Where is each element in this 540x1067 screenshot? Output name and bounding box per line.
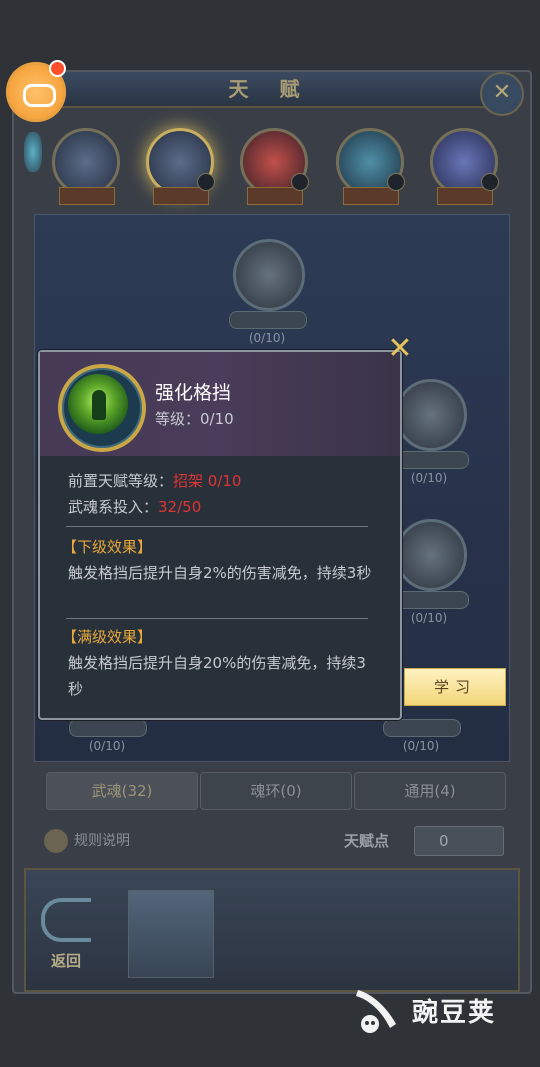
invest-value: 32/50 xyxy=(158,498,202,516)
category-icon-1[interactable] xyxy=(52,128,120,205)
talent-node-tag xyxy=(391,451,469,469)
learn-button[interactable]: 学习 xyxy=(404,668,506,706)
tab-martial-soul[interactable]: 武魂(32) xyxy=(46,772,198,810)
watermark: 豌豆荚 xyxy=(350,980,530,1040)
category-count xyxy=(481,173,499,191)
category-tag xyxy=(59,187,115,205)
wandoujia-logo-icon xyxy=(356,990,396,1033)
prerequisite-line: 前置天赋等级：招架 0/10 xyxy=(68,470,241,491)
talent-node-count: (0/10) xyxy=(410,611,448,625)
talent-node-count: (0/10) xyxy=(88,739,126,753)
max-level-title: 【满级效果】 xyxy=(62,628,153,646)
warrior-figure-icon xyxy=(92,390,106,420)
talent-node-tag xyxy=(229,311,307,329)
level-label: 等级： xyxy=(155,410,201,428)
hero-avatar[interactable] xyxy=(128,890,214,978)
next-level-text: 触发格挡后提升自身2%的伤害减免，持续3秒 xyxy=(68,564,372,582)
game-center-icon[interactable] xyxy=(6,60,66,122)
skill-name: 强化格挡 xyxy=(155,382,232,404)
category-count xyxy=(197,173,215,191)
investment-line: 武魂系投入：32/50 xyxy=(68,496,201,517)
close-icon[interactable]: ✕ xyxy=(384,334,416,366)
talent-category-row xyxy=(40,118,510,206)
rules-label: 规则说明 xyxy=(74,833,130,849)
prereq-label: 前置天赋等级： xyxy=(68,472,174,490)
talent-node-tag xyxy=(391,591,469,609)
question-icon xyxy=(44,829,68,853)
back-button[interactable]: 返回 xyxy=(36,898,96,974)
skill-icon-glow xyxy=(68,374,128,434)
bottom-bar xyxy=(24,868,520,992)
shield-skill-icon xyxy=(58,364,146,452)
category-count xyxy=(291,173,309,191)
talent-node-count: (0/10) xyxy=(248,331,286,345)
talent-node-tag xyxy=(383,719,461,737)
category-icon-2[interactable] xyxy=(146,128,215,205)
talent-node-count: (0/10) xyxy=(410,471,448,485)
talent-points-value: 0 xyxy=(414,826,504,856)
rules-link[interactable]: 规则说明 xyxy=(44,826,130,856)
panel-title: 天 赋 xyxy=(30,72,510,108)
popup-header: 强化格挡 等级：0/10 xyxy=(40,352,400,456)
gamepad-icon xyxy=(23,84,56,107)
category-icon-3[interactable] xyxy=(240,128,309,205)
level-value: 0/10 xyxy=(200,410,234,428)
talent-points-label: 天赋点 xyxy=(344,832,390,850)
tab-general[interactable]: 通用(4) xyxy=(354,772,506,810)
category-icon-5[interactable] xyxy=(430,128,499,205)
watermark-text: 豌豆荚 xyxy=(412,998,497,1028)
next-level-title: 【下级效果】 xyxy=(62,538,153,556)
talent-node[interactable] xyxy=(395,379,467,451)
invest-label: 武魂系投入： xyxy=(68,498,159,516)
notification-dot xyxy=(49,60,66,77)
back-label: 返回 xyxy=(50,952,81,970)
back-arrow-icon xyxy=(41,898,91,942)
divider xyxy=(66,618,368,619)
talent-tooltip-popup: 强化格挡 等级：0/10 前置天赋等级：招架 0/10 武魂系投入：32/50 … xyxy=(38,350,402,720)
talent-node[interactable] xyxy=(233,239,305,311)
category-count xyxy=(387,173,405,191)
max-level-text: 触发格挡后提升自身20%的伤害减免，持续3秒 xyxy=(68,654,366,698)
talent-node-tag xyxy=(69,719,147,737)
category-icon-4[interactable] xyxy=(336,128,405,205)
talent-node[interactable] xyxy=(395,519,467,591)
talent-node-count: (0/10) xyxy=(402,739,440,753)
tab-soul-ring[interactable]: 魂环(0) xyxy=(200,772,352,810)
panel-close-button[interactable]: ✕ xyxy=(480,72,524,116)
talent-tabs: 武魂(32) 魂环(0) 通用(4) xyxy=(46,772,506,810)
skill-level: 等级：0/10 xyxy=(155,408,234,429)
prereq-value: 招架 0/10 xyxy=(173,472,242,490)
divider xyxy=(66,526,368,527)
